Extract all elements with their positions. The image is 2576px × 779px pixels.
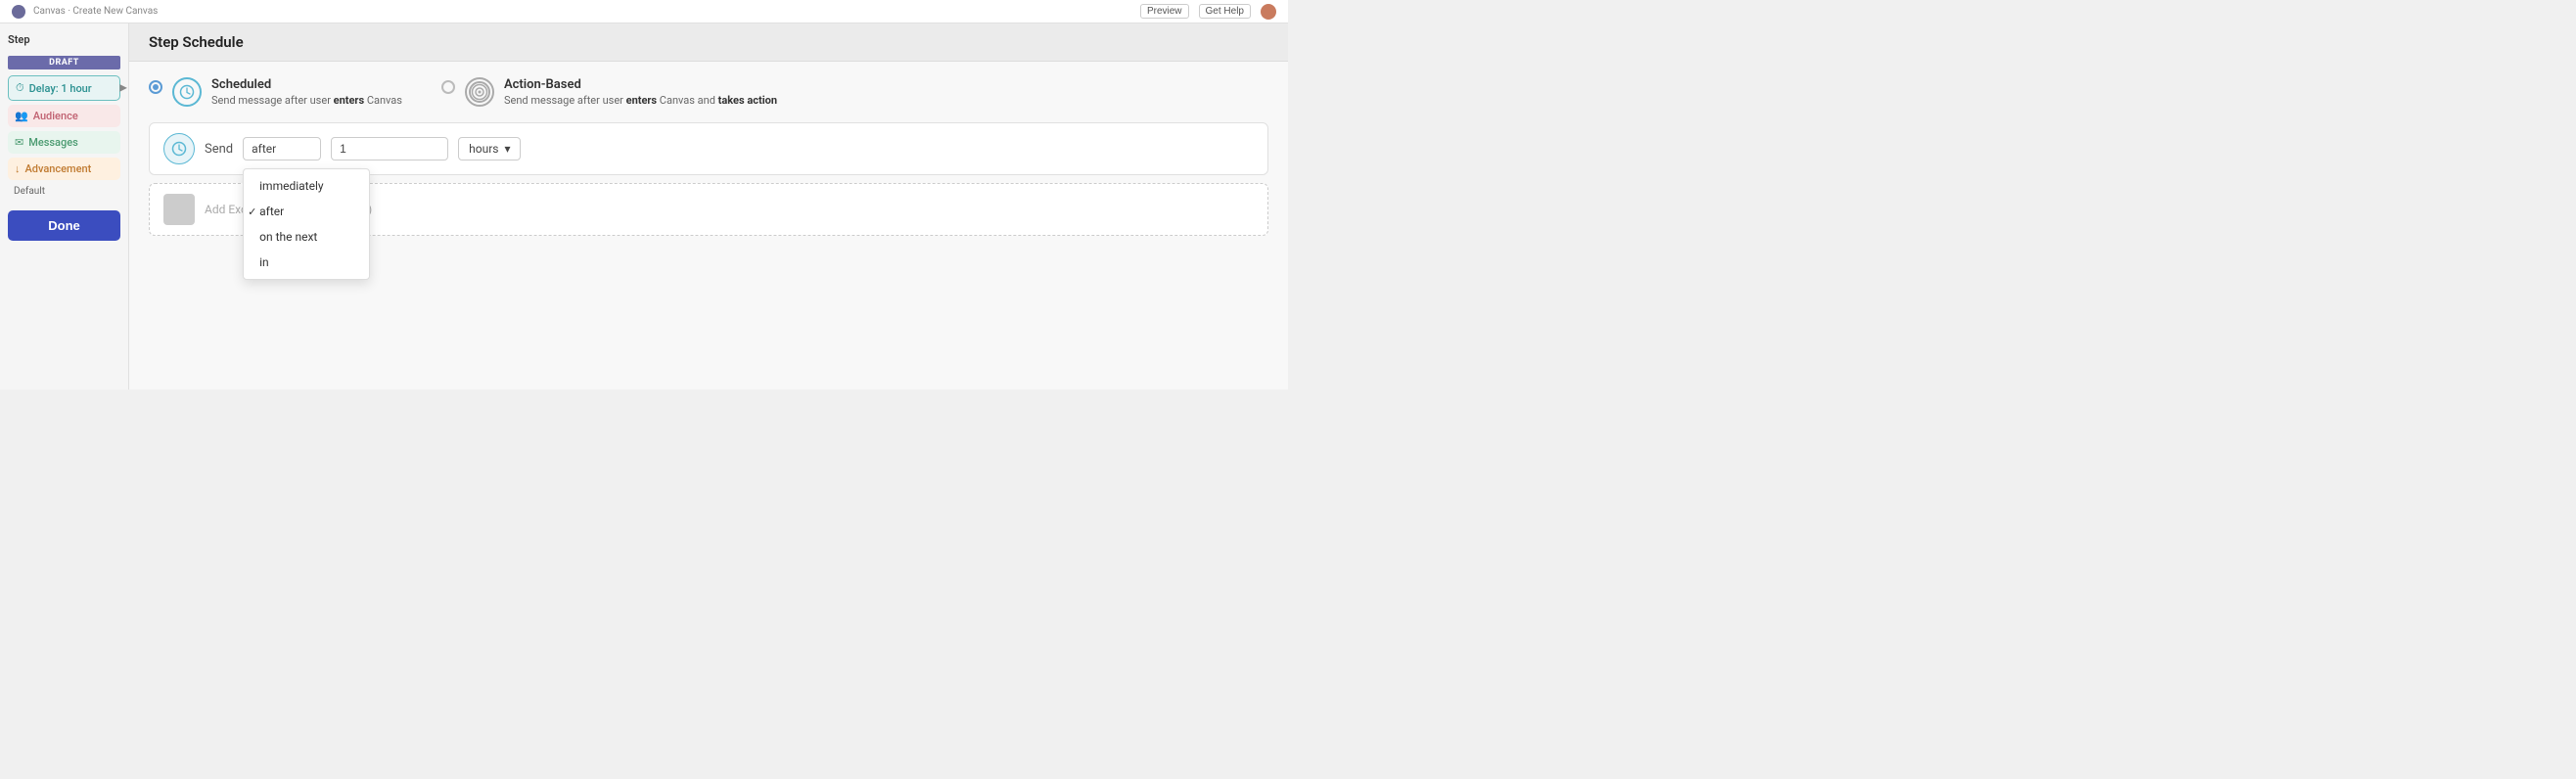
unit-label: hours: [469, 142, 498, 156]
advancement-label: Advancement: [25, 162, 92, 175]
action-based-radio[interactable]: [441, 80, 455, 94]
timing-option-immediately[interactable]: immediately: [244, 173, 369, 199]
sidebar-title: Step: [8, 31, 120, 48]
send-row: Send after immediately after: [149, 122, 1268, 175]
user-avatar: [1261, 4, 1276, 20]
scheduled-description: Send message after user enters Canvas: [211, 94, 402, 107]
delay-icon: ⏱: [16, 81, 24, 95]
action-based-option[interactable]: Action-Based Send message after user ent…: [441, 77, 777, 107]
done-button[interactable]: Done: [8, 210, 120, 241]
main-layout: Step DRAFT ⏱ Delay: 1 hour ▶ 👥 Audience …: [0, 0, 1288, 390]
sidebar-item-advancement[interactable]: ↓ Advancement: [8, 158, 120, 180]
step-schedule-title: Step Schedule: [149, 33, 244, 51]
audience-label: Audience: [33, 110, 78, 122]
advancement-icon: ↓: [15, 162, 21, 175]
send-prefix-label: Send: [205, 142, 233, 157]
timing-dropdown-menu: immediately after on the next in: [243, 168, 370, 280]
sidebar-item-audience[interactable]: 👥 Audience: [8, 105, 120, 127]
get-help-button[interactable]: Get Help: [1199, 4, 1251, 19]
preview-button[interactable]: Preview: [1140, 4, 1189, 19]
audience-icon: 👥: [15, 110, 28, 122]
scheduled-text: Scheduled Send message after user enters…: [211, 77, 402, 107]
scheduled-option[interactable]: Scheduled Send message after user enters…: [149, 77, 402, 107]
schedule-options: Scheduled Send message after user enters…: [149, 77, 1268, 107]
action-based-description: Send message after user enters Canvas an…: [504, 94, 777, 107]
unit-chevron-icon: ▾: [504, 142, 510, 156]
sidebar-item-messages[interactable]: ✉ Messages: [8, 131, 120, 154]
action-based-text: Action-Based Send message after user ent…: [504, 77, 777, 107]
action-based-label: Action-Based: [504, 77, 777, 92]
messages-label: Messages: [28, 136, 78, 149]
top-bar: Canvas · Create New Canvas Preview Get H…: [0, 0, 1288, 23]
top-bar-actions: Preview Get Help: [1140, 4, 1276, 20]
timing-number-input[interactable]: [331, 137, 448, 160]
breadcrumb: Canvas · Create New Canvas: [33, 6, 158, 17]
scheduled-icon: [172, 77, 202, 107]
send-row-icon: [163, 133, 195, 164]
sidebar-arrow-icon: ▶: [119, 83, 127, 94]
default-label: Default: [8, 184, 120, 199]
content-body: Scheduled Send message after user enters…: [129, 62, 1288, 390]
draft-badge: DRAFT: [8, 56, 120, 69]
action-based-icon: [465, 77, 494, 107]
timing-option-after[interactable]: after: [244, 199, 369, 224]
timing-option-in[interactable]: in: [244, 250, 369, 275]
unit-select[interactable]: hours ▾: [458, 137, 521, 160]
content-area: Step Schedule: [129, 23, 1288, 390]
sidebar: Step DRAFT ⏱ Delay: 1 hour ▶ 👥 Audience …: [0, 23, 129, 390]
scheduled-radio[interactable]: [149, 80, 162, 94]
exception-icon: [163, 194, 195, 225]
timing-option-on-the-next[interactable]: on the next: [244, 224, 369, 250]
timing-dropdown-container: after immediately after on the next: [243, 137, 321, 160]
app-container: Canvas · Create New Canvas Preview Get H…: [0, 0, 1288, 390]
app-logo: [12, 5, 25, 19]
step-schedule-header: Step Schedule: [129, 23, 1288, 62]
scheduled-label: Scheduled: [211, 77, 402, 92]
timing-dropdown-trigger[interactable]: after: [243, 137, 321, 160]
messages-icon: ✉: [15, 136, 23, 149]
sidebar-item-delay[interactable]: ⏱ Delay: 1 hour ▶: [8, 75, 120, 101]
delay-label: Delay: 1 hour: [29, 82, 92, 95]
